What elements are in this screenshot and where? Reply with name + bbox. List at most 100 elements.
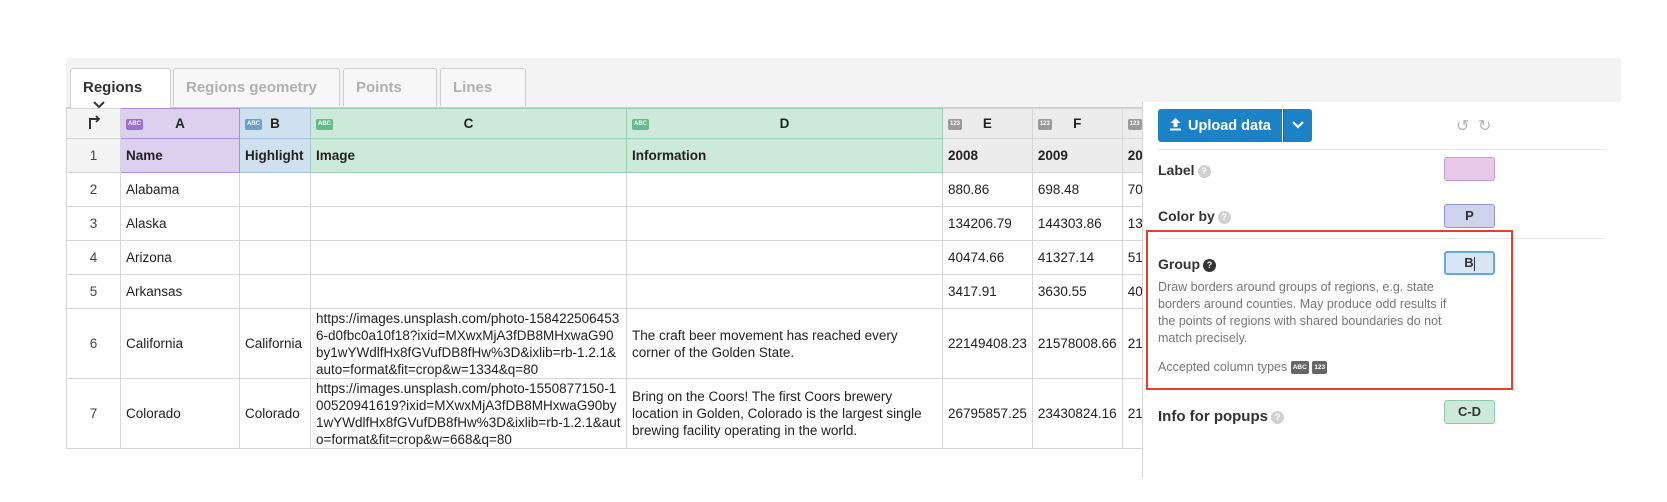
tab-lines[interactable]: Lines <box>440 68 526 106</box>
table-cell[interactable]: https://images.unsplash.com/photo-158422… <box>310 308 627 379</box>
table-row: 5 Arkansas 3417.91 3630.55 4095.8 <box>66 274 1183 309</box>
table-cell[interactable] <box>626 240 943 275</box>
row-number[interactable]: 3 <box>66 206 121 241</box>
table-cell[interactable] <box>626 172 943 207</box>
table-cell[interactable]: 21578008.66 <box>1031 308 1123 379</box>
data-grid[interactable]: ABCA ABCB ABCC ABCD 123E 123F 123G 1 Nam… <box>66 107 1206 478</box>
column-letter-f[interactable]: 123 F <box>1031 108 1123 139</box>
tab-regions-geometry[interactable]: Regions geometry <box>173 68 340 106</box>
upload-data-button[interactable]: Upload data <box>1158 109 1282 142</box>
table-cell[interactable]: 41327.14 <box>1031 240 1123 275</box>
table-row: 6 California California https://images.u… <box>66 308 1183 379</box>
table-row: 3 Alaska 134206.79 144303.86 137216 <box>66 206 1183 241</box>
column-letter: B <box>270 116 280 131</box>
table-cell[interactable] <box>310 240 627 275</box>
setting-label: Info for popups <box>1158 408 1268 425</box>
undo-icon[interactable]: ↺ <box>1456 116 1469 136</box>
table-cell[interactable]: 26795857.25 <box>942 378 1033 449</box>
column-letter-b[interactable]: ABC B <box>239 108 311 139</box>
table-cell[interactable]: 144303.86 <box>1031 206 1123 241</box>
help-icon[interactable]: ? <box>1203 258 1216 272</box>
table-cell[interactable]: Colorado <box>239 378 311 449</box>
table-cell[interactable] <box>310 206 627 241</box>
column-letter-e[interactable]: 123 E <box>942 108 1033 139</box>
table-cell[interactable]: 880.86 <box>942 172 1033 207</box>
tab-points[interactable]: Points <box>343 68 437 106</box>
table-cell[interactable] <box>626 206 943 241</box>
label-setting: Label? <box>1158 162 1211 178</box>
text-cursor <box>1473 256 1475 271</box>
row-number[interactable]: 5 <box>66 274 121 309</box>
table-cell[interactable] <box>239 274 311 309</box>
info-popups-setting: Info for popups? <box>1158 408 1284 425</box>
number-type-icon: 123 <box>1312 361 1328 375</box>
table-cell[interactable] <box>626 274 943 309</box>
color-by-column-selector[interactable]: P <box>1444 204 1495 228</box>
table-cell[interactable]: Arizona <box>120 240 240 275</box>
header-cell[interactable]: Image <box>310 138 627 173</box>
header-cell[interactable]: Information <box>626 138 943 173</box>
setting-label: Color by <box>1158 208 1215 224</box>
table-cell[interactable] <box>310 274 627 309</box>
column-letter: E <box>982 116 992 131</box>
row-number[interactable]: 6 <box>66 308 121 379</box>
number-type-icon: 123 <box>1127 119 1142 130</box>
help-icon[interactable]: ? <box>1270 410 1284 424</box>
upload-options-button[interactable] <box>1283 109 1312 142</box>
accepted-column-types: Accepted column types ABC 123 <box>1158 360 1328 375</box>
divider <box>1158 149 1605 150</box>
table-cell[interactable]: 3417.91 <box>942 274 1033 309</box>
column-letter-d[interactable]: ABC D <box>626 108 943 139</box>
table-row: 2 Alabama 880.86 698.48 708.93 <box>66 172 1183 207</box>
setting-label: Group <box>1158 256 1200 272</box>
header-cell[interactable]: 2009 <box>1031 138 1123 173</box>
table-cell[interactable]: Alaska <box>120 206 240 241</box>
table-cell[interactable]: Alabama <box>120 172 240 207</box>
table-cell[interactable]: 22149408.23 <box>942 308 1033 379</box>
chevron-down-icon <box>1292 121 1304 129</box>
table-cell[interactable]: California <box>120 308 240 379</box>
corner-cell[interactable] <box>66 108 121 139</box>
number-type-icon: 123 <box>1037 119 1052 130</box>
table-cell[interactable] <box>310 172 627 207</box>
row-number[interactable]: 1 <box>66 138 121 173</box>
text-type-icon: ABC <box>632 119 649 130</box>
table-cell[interactable]: The craft beer movement has reached ever… <box>626 308 943 379</box>
header-cell[interactable]: Highlight <box>239 138 311 173</box>
table-cell[interactable]: https://images.unsplash.com/photo-155087… <box>310 378 627 449</box>
text-type-icon: ABC <box>1290 361 1309 375</box>
table-row: 4 Arizona 40474.66 41327.14 51591 <box>66 240 1183 275</box>
column-letter-a[interactable]: ABC A <box>120 108 240 139</box>
label-column-selector[interactable] <box>1444 157 1495 181</box>
redo-icon[interactable]: ↻ <box>1478 116 1491 136</box>
column-letter-c[interactable]: ABC C <box>310 108 627 139</box>
table-cell[interactable]: 3630.55 <box>1031 274 1123 309</box>
table-cell[interactable] <box>239 206 311 241</box>
header-cell[interactable]: Name <box>120 138 240 173</box>
table-cell[interactable]: Colorado <box>120 378 240 449</box>
tab-regions[interactable]: Regions <box>70 68 171 109</box>
column-letter: D <box>779 116 790 131</box>
table-cell[interactable] <box>239 240 311 275</box>
group-value: B <box>1464 255 1474 270</box>
table-cell[interactable]: 40474.66 <box>942 240 1033 275</box>
table-cell[interactable]: 698.48 <box>1031 172 1123 207</box>
table-cell[interactable]: 23430824.16 <box>1031 378 1123 449</box>
text-type-icon: ABC <box>126 119 143 130</box>
color-by-setting: Color by? <box>1158 208 1231 224</box>
row-number[interactable]: 2 <box>66 172 121 207</box>
info-popups-column-selector[interactable]: C-D <box>1444 400 1495 424</box>
text-type-icon: ABC <box>245 119 262 130</box>
table-cell[interactable] <box>239 172 311 207</box>
row-number[interactable]: 7 <box>66 378 121 449</box>
table-cell[interactable]: Bring on the Coors! The first Coors brew… <box>626 378 943 449</box>
help-icon[interactable]: ? <box>1197 164 1211 178</box>
table-cell[interactable]: California <box>239 308 311 379</box>
row-number[interactable]: 4 <box>66 240 121 275</box>
table-cell[interactable]: Arkansas <box>120 274 240 309</box>
table-cell[interactable]: 134206.79 <box>942 206 1033 241</box>
help-icon[interactable]: ? <box>1217 210 1231 224</box>
column-letter: C <box>463 116 474 131</box>
header-cell[interactable]: 2008 <box>942 138 1033 173</box>
group-column-selector[interactable]: B <box>1444 251 1495 275</box>
